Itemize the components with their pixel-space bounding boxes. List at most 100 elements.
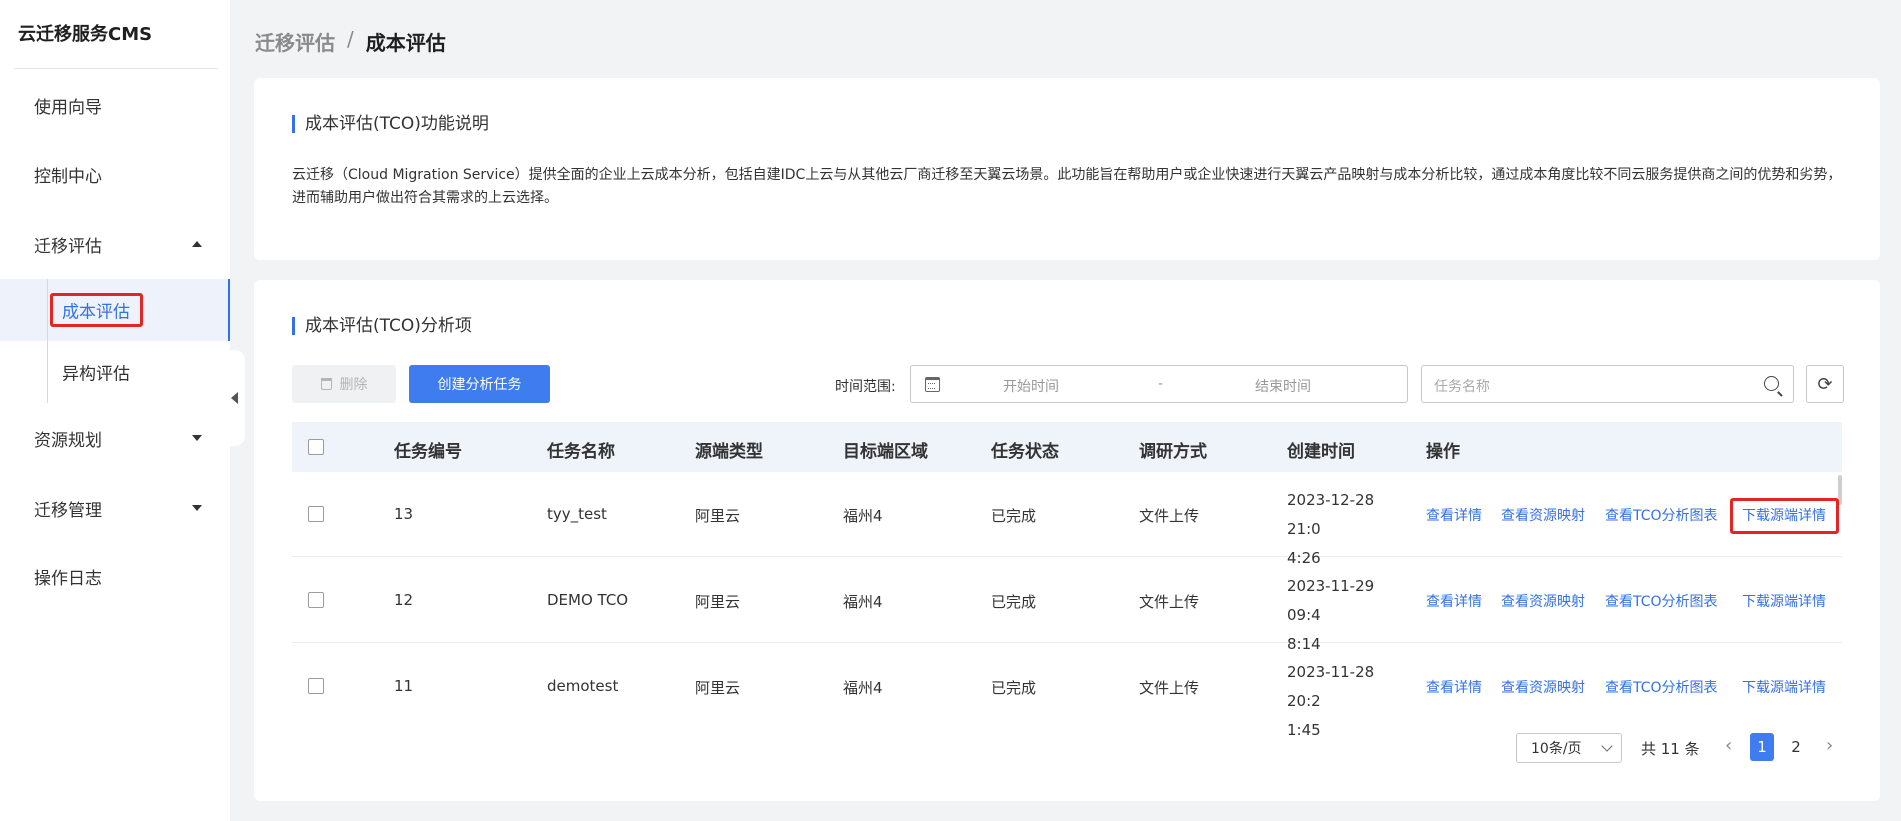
task-id: 11 [394,677,414,695]
row-checkbox[interactable] [308,506,324,522]
highlight-box [1730,498,1839,534]
divider [14,68,218,69]
download-source-details-link[interactable]: 下载源端详情 [1742,591,1826,611]
date-range-picker[interactable]: 开始时间 - 结束时间 [910,365,1408,403]
sidebar-item-label: 资源规划 [34,430,102,451]
target-region: 福州4 [843,679,883,697]
create-task-button[interactable]: 创建分析任务 [409,365,550,403]
sidebar-item-console[interactable]: 控制中心 [0,149,230,199]
source-type: 阿里云 [695,593,741,611]
page-size-value: 10条/页 [1531,741,1582,757]
column-header: 任务状态 [991,442,1059,462]
sidebar-collapse-button[interactable] [223,350,245,446]
tree-line [47,341,48,403]
column-header: 调研方式 [1139,442,1207,462]
intro-title: 成本评估(TCO)功能说明 [292,115,489,133]
delete-label: 删除 [339,377,368,393]
calendar-icon [925,377,940,392]
survey-method: 文件上传 [1139,679,1200,697]
time-range-label: 时间范围: [835,379,896,395]
search-placeholder: 任务名称 [1434,379,1490,395]
highlight-box [50,293,143,327]
table-row: 13 tyy_test 阿里云 福州4 已完成 文件上传 2023-12-28 … [292,472,1842,567]
trash-icon [320,378,332,390]
sidebar-subitem-label: 异构评估 [62,364,130,385]
page-button[interactable]: 1 [1750,733,1774,761]
task-name-search-input[interactable]: 任务名称 [1421,365,1794,403]
target-region: 福州4 [843,593,883,611]
select-all-checkbox[interactable] [308,439,324,455]
sidebar-subitem-heterogeneous-assessment[interactable]: 异构评估 [0,341,230,403]
view-details-link[interactable]: 查看详情 [1426,677,1482,697]
download-source-details-link[interactable]: 下载源端详情 [1742,677,1826,697]
task-name: demotest [547,677,619,695]
next-page-button[interactable]: › [1826,735,1833,756]
chevron-down-icon [192,505,202,511]
view-tco-chart-link[interactable]: 查看TCO分析图表 [1605,677,1718,697]
breadcrumb-separator: / [347,27,354,51]
column-header: 目标端区域 [843,442,928,462]
sidebar-item-migration-management[interactable]: 迁移管理 [0,483,230,533]
source-type: 阿里云 [695,679,741,697]
breadcrumb-parent[interactable]: 迁移评估 [255,27,335,56]
survey-method: 文件上传 [1139,593,1200,611]
total-count: 共 11 条 [1641,740,1700,758]
table-row: 12 DEMO TCO 阿里云 福州4 已完成 文件上传 2023-11-29 … [292,558,1842,653]
view-tco-chart-link[interactable]: 查看TCO分析图表 [1605,505,1718,525]
row-checkbox[interactable] [308,678,324,694]
end-time-input[interactable]: 结束时间 [1255,376,1311,396]
caret-left-icon [230,392,238,404]
sidebar-item-resource-planning[interactable]: 资源规划 [0,413,230,463]
sidebar-item-guide[interactable]: 使用向导 [0,80,230,130]
sidebar: 云迁移服务CMS 使用向导 控制中心 迁移评估 成本评估 异构评估 资源规划 迁… [0,0,230,821]
delete-button[interactable]: 删除 [292,365,396,403]
page-button[interactable]: 2 [1784,733,1808,761]
table-row: 11 demotest 阿里云 福州4 已完成 文件上传 2023-11-28 … [292,644,1842,739]
created-time-line: 1:45 [1287,721,1321,739]
sidebar-item-migration-assessment[interactable]: 迁移评估 [0,219,230,269]
survey-method: 文件上传 [1139,507,1200,525]
row-checkbox[interactable] [308,592,324,608]
sidebar-item-label: 迁移评估 [34,236,102,257]
column-header: 源端类型 [695,442,763,462]
app-title: 云迁移服务CMS [18,24,153,45]
task-name: tyy_test [547,505,607,523]
view-resource-mapping-link[interactable]: 查看资源映射 [1501,591,1585,611]
chevron-down-icon [1601,740,1613,752]
sidebar-item-operation-log[interactable]: 操作日志 [0,551,230,601]
column-header: 任务编号 [394,442,462,462]
start-time-input[interactable]: 开始时间 [1003,376,1059,396]
refresh-button[interactable]: ⟳ [1806,365,1844,403]
range-separator: - [1158,376,1164,392]
task-status: 已完成 [991,679,1037,697]
page-size-select[interactable]: 10条/页 [1516,733,1622,763]
task-name: DEMO TCO [547,591,629,609]
chevron-down-icon [192,435,202,441]
created-time-line: 2023-12-28 21:0 [1287,491,1375,538]
column-header: 操作 [1426,442,1460,462]
intro-card: 成本评估(TCO)功能说明 云迁移（Cloud Migration Servic… [254,78,1880,260]
analysis-card: 成本评估(TCO)分析项 删除 创建分析任务 时间范围: 开始时间 - 结束时间… [254,280,1880,801]
tree-line [47,279,48,341]
prev-page-button[interactable]: ‹ [1725,735,1732,756]
refresh-icon: ⟳ [1817,373,1833,395]
breadcrumb: 迁移评估 / 成本评估 [255,27,446,56]
intro-description: 云迁移（Cloud Migration Service）提供全面的企业上云成本分… [292,167,1842,206]
view-details-link[interactable]: 查看详情 [1426,591,1482,611]
task-id: 12 [394,591,414,609]
task-status: 已完成 [991,507,1037,525]
chevron-up-icon [192,241,202,247]
breadcrumb-current: 成本评估 [365,31,446,55]
source-type: 阿里云 [695,507,741,525]
view-resource-mapping-link[interactable]: 查看资源映射 [1501,505,1585,525]
analysis-title: 成本评估(TCO)分析项 [292,317,472,335]
view-resource-mapping-link[interactable]: 查看资源映射 [1501,677,1585,697]
table-header: 任务编号 任务名称 源端类型 目标端区域 任务状态 调研方式 创建时间 操作 [292,422,1842,472]
created-time-line: 2023-11-28 20:2 [1287,663,1375,710]
created-time-line: 2023-11-29 09:4 [1287,577,1375,624]
view-details-link[interactable]: 查看详情 [1426,505,1482,525]
search-icon[interactable] [1764,376,1779,391]
target-region: 福州4 [843,507,883,525]
view-tco-chart-link[interactable]: 查看TCO分析图表 [1605,591,1718,611]
column-header: 任务名称 [547,442,615,462]
